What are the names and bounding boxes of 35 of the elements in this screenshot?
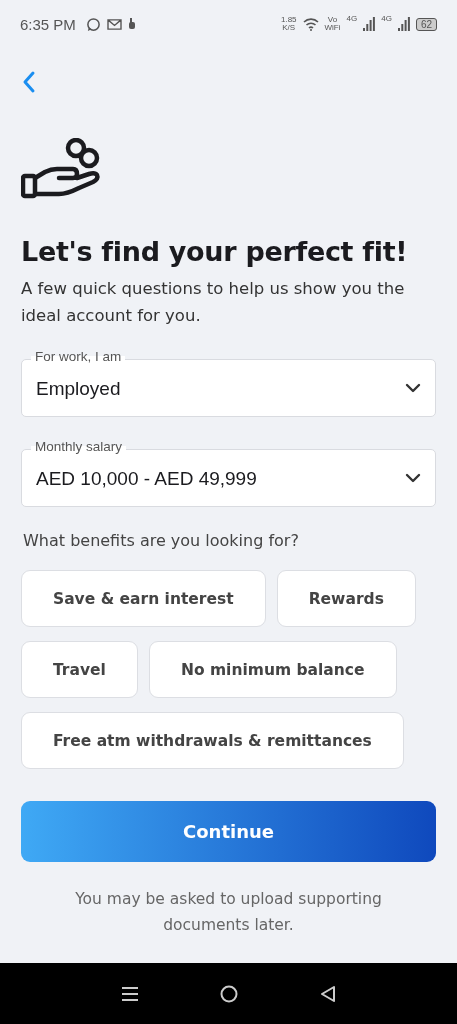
page-title: Let's find your perfect fit! [21, 236, 409, 267]
wifi-label: WiFi [324, 24, 341, 32]
signal-icon [397, 17, 410, 31]
hand-coins-icon [21, 138, 101, 200]
chevron-down-icon [405, 383, 421, 393]
home-icon[interactable] [220, 984, 239, 1003]
page-subtitle: A few quick questions to help us show you the ideal account for you. [21, 278, 406, 327]
back-button[interactable] [21, 70, 37, 94]
network-label: 4G [381, 14, 392, 23]
upload-note: You may be asked to upload supporting documents later. [74, 889, 383, 936]
battery-level: 62 [415, 17, 437, 31]
field-value: Employed [36, 377, 122, 400]
network-speed: 1.85 [280, 16, 297, 24]
chevron-down-icon [405, 473, 421, 483]
speed-unit: K/S [282, 24, 296, 32]
back-nav-icon[interactable] [320, 984, 337, 1003]
benefit-chip[interactable]: Travel [21, 641, 138, 698]
chat-icon [85, 16, 101, 32]
field-value: AED 10,000 - AED 49,999 [36, 467, 258, 490]
benefit-chip[interactable]: No minimum balance [148, 641, 397, 698]
benefit-chip[interactable]: Free atm withdrawals & remittances [21, 712, 404, 769]
status-time: 6:35 PM [20, 15, 76, 33]
hand-pointer-icon [127, 18, 136, 30]
wifi-icon [302, 17, 319, 31]
benefit-chip[interactable]: Rewards [276, 570, 416, 627]
continue-button[interactable]: Continue [21, 801, 436, 862]
field-label: For work, I am [31, 349, 126, 364]
menu-icon[interactable] [120, 985, 139, 1002]
field-label: Monthly salary [31, 439, 127, 454]
signal-icon [363, 17, 376, 31]
benefit-chip[interactable]: Save & earn interest [21, 570, 266, 627]
network-label: 4G [346, 14, 358, 23]
mail-icon [106, 17, 122, 31]
vo-label: Vo [327, 16, 338, 24]
question-label: What benefits are you looking for? [22, 531, 300, 550]
